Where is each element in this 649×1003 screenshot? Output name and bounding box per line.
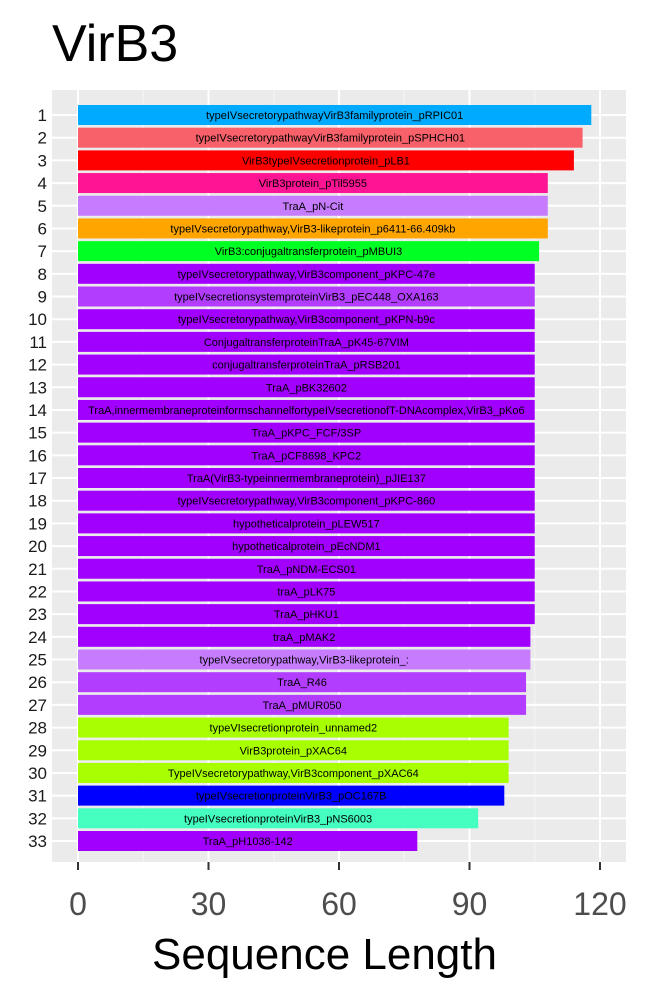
category-label: 24 xyxy=(28,628,47,647)
bar-label: typeIVsecretorypathway,VirB3component_pK… xyxy=(178,314,436,326)
category-label: 26 xyxy=(28,673,47,692)
bar-label: conjugaltransferproteinTraA_pRSB201 xyxy=(212,360,401,372)
bar-chart: typeIVsecretorypathwayVirB3familyprotein… xyxy=(28,90,627,922)
bar-label: typeIVsecretorypathwayVirB3familyprotein… xyxy=(196,133,465,145)
category-label: 11 xyxy=(29,333,47,352)
category-label: 5 xyxy=(38,197,47,216)
bar-label: TraA_pHKU1 xyxy=(274,609,339,621)
bar-label: TraA_pH1038-142 xyxy=(203,836,293,848)
category-label: 12 xyxy=(28,356,47,375)
category-label: 28 xyxy=(28,719,47,738)
category-label: 17 xyxy=(28,469,47,488)
category-label: 2 xyxy=(38,129,47,148)
category-label: 29 xyxy=(28,741,47,760)
bar-label: typeIVsecretorypathwayVirB3familyprotein… xyxy=(206,110,463,122)
category-label: 14 xyxy=(28,401,47,420)
bar-label: TraA_pKPC_FCF/3SP xyxy=(252,428,362,440)
category-label: 25 xyxy=(28,651,47,670)
category-label: 1 xyxy=(38,106,47,125)
bar-label: TraA_pMUR050 xyxy=(262,700,341,712)
bar-label: VirB3protein_pTil5955 xyxy=(259,178,367,190)
bar-label: TraA_pN-Cit xyxy=(283,201,344,213)
x-tick-label: 0 xyxy=(69,886,87,922)
bar-label: typeIVsecretionproteinVirB3_pOC167B xyxy=(196,791,387,803)
bar-label: typeIVsecretorypathway,VirB3component_pK… xyxy=(178,496,436,508)
bar-label: typeIVsecretionproteinVirB3_pNS6003 xyxy=(184,813,372,825)
category-label: 4 xyxy=(38,174,47,193)
category-label: 19 xyxy=(28,514,47,533)
category-label: 13 xyxy=(28,378,47,397)
category-label: 7 xyxy=(38,242,47,261)
category-label: 9 xyxy=(38,288,47,307)
bar-label: typeVIsecretionprotein_unnamed2 xyxy=(210,723,378,735)
category-labels: 1234567891011121314151617181920212223242… xyxy=(28,106,47,851)
category-label: 33 xyxy=(28,832,47,851)
category-label: 30 xyxy=(28,764,47,783)
bar-label: typeIVsecretorypathway,VirB3-likeprotein… xyxy=(200,655,409,667)
x-tick-label: 120 xyxy=(573,886,626,922)
bar-label: TraA,innermembraneproteinformschannelfor… xyxy=(88,405,525,417)
bar-label: typeIVsecretionsystemproteinVirB3_pEC448… xyxy=(174,292,439,304)
bar-label: VirB3:conjugaltransferprotein_pMBUI3 xyxy=(215,246,403,258)
category-label: 3 xyxy=(38,151,47,170)
bar-label: hypotheticalprotein_pLEW517 xyxy=(233,518,380,530)
bar-label: typeIVsecretorypathway,VirB3component_pK… xyxy=(178,269,436,281)
bar-label: typeIVsecretorypathway,VirB3-likeprotein… xyxy=(170,223,455,235)
x-tick-label: 90 xyxy=(452,886,488,922)
bar-label: TraA_pNDM-ECS01 xyxy=(257,564,356,576)
category-label: 32 xyxy=(28,809,47,828)
bar-label: ConjugaltransferproteinTraA_pK45-67VIM xyxy=(204,337,409,349)
bar-label: TraA_pBK32602 xyxy=(266,382,347,394)
bar-label: traA_pLK75 xyxy=(277,586,335,598)
category-label: 27 xyxy=(28,696,47,715)
x-tick-label: 30 xyxy=(191,886,227,922)
category-label: 6 xyxy=(38,219,47,238)
category-label: 8 xyxy=(38,265,47,284)
bar-label: TraA_R46 xyxy=(277,677,327,689)
bar-label: hypotheticalprotein_pEcNDM1 xyxy=(232,541,381,553)
x-axis: 0 30 60 90 120 xyxy=(69,862,627,922)
bar-label: TypeIVsecretorypathway,VirB3component_pX… xyxy=(168,768,419,780)
x-axis-title: Sequence Length xyxy=(152,930,497,979)
bar-label: TraA_pCF8698_KPC2 xyxy=(252,450,362,462)
category-label: 15 xyxy=(28,424,47,443)
x-tick-label: 60 xyxy=(321,886,357,922)
bar-label: traA_pMAK2 xyxy=(273,632,335,644)
category-label: 31 xyxy=(28,787,47,806)
category-label: 22 xyxy=(28,582,47,601)
category-label: 21 xyxy=(28,560,47,579)
bar-label: VirB3protein_pXAC64 xyxy=(240,745,347,757)
bar-label: TraA(VirB3-typeinnermembraneprotein)_pJI… xyxy=(187,473,426,485)
bar-label: VirB3typeIVsecretionprotein_pLB1 xyxy=(242,155,410,167)
category-label: 20 xyxy=(28,537,47,556)
category-label: 18 xyxy=(28,492,47,511)
category-label: 23 xyxy=(28,605,47,624)
category-label: 16 xyxy=(28,446,47,465)
category-label: 10 xyxy=(28,310,47,329)
